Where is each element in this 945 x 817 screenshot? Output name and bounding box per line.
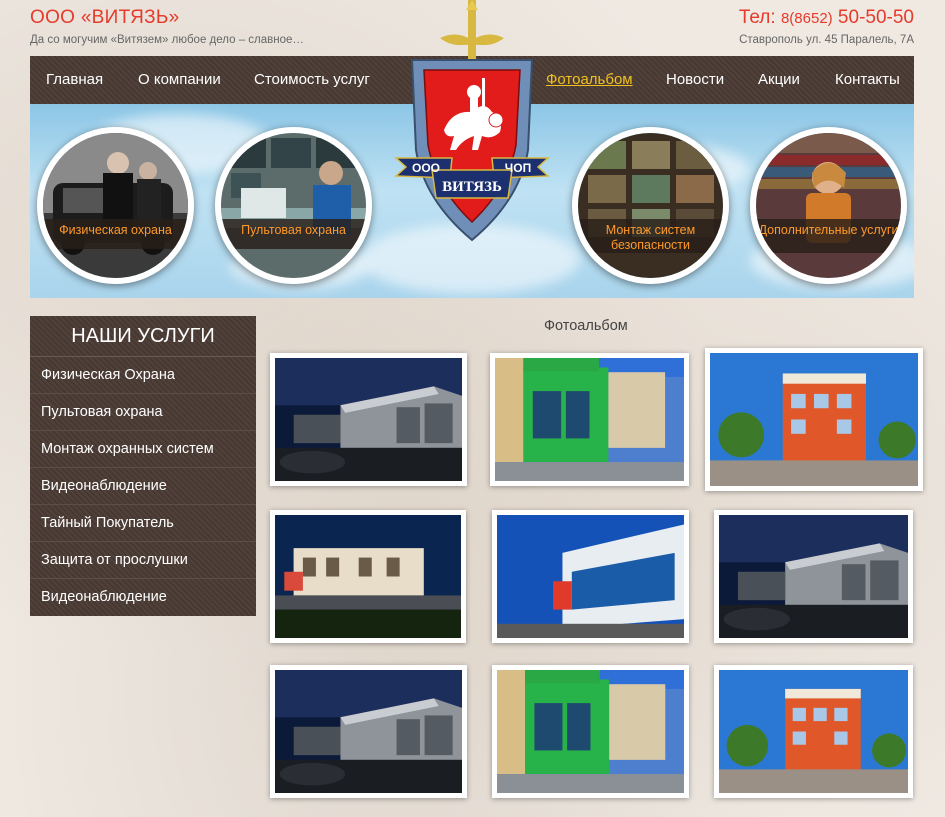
phone-number: 50-50-50: [832, 7, 914, 28]
gallery-photo[interactable]: [705, 348, 923, 491]
gallery-photo[interactable]: [492, 665, 689, 798]
nav-news[interactable]: Новости: [666, 71, 724, 88]
photo-building: [719, 670, 908, 793]
slogan: Да со могучим «Витязем» любое дело – сла…: [30, 34, 304, 46]
cctv-monitors-photo: [578, 133, 723, 278]
address: Ставрополь ул. 45 Паралель, 7А: [739, 34, 914, 46]
photo-shopfront: [497, 670, 684, 793]
sidebar-item-mystery-shopper[interactable]: Тайный Покупатель: [30, 505, 256, 542]
nav-contacts[interactable]: Контакты: [835, 71, 900, 88]
sidebar-item-physical-guard[interactable]: Физическая Охрана: [30, 357, 256, 394]
sidebar-item-security-install[interactable]: Монтаж охранных систем: [30, 431, 256, 468]
photo-building: [710, 353, 918, 486]
logo-left-text: ООО: [412, 161, 440, 175]
logo-name: ВИТЯЗЬ: [442, 179, 502, 195]
services-sidebar: НАШИ УСЛУГИ Физическая Охрана Пультовая …: [30, 316, 256, 616]
logo[interactable]: ООО ЧОП ВИТЯЗЬ: [392, 0, 552, 250]
gallery-photo[interactable]: [270, 353, 467, 486]
gallery-photo[interactable]: [270, 510, 466, 643]
sidebar-item-video-surveillance-2[interactable]: Видеонаблюдение: [30, 579, 256, 616]
photo-warehouse: [275, 358, 462, 481]
service-label: Физическая охрана: [43, 219, 188, 249]
service-additional[interactable]: Дополнительные услуги: [750, 127, 907, 284]
service-physical-guard[interactable]: Физическая охрана: [37, 127, 194, 284]
guards-photo: [43, 133, 188, 278]
service-security-install[interactable]: Монтаж систем безопасности: [572, 127, 729, 284]
gallery-photo[interactable]: [270, 665, 467, 798]
nav-prices[interactable]: Стоимость услуг: [254, 71, 370, 88]
gallery-photo[interactable]: [714, 510, 913, 643]
sidebar-item-anti-bugging[interactable]: Защита от прослушки: [30, 542, 256, 579]
service-remote-monitoring[interactable]: Пультовая охрана: [215, 127, 372, 284]
service-label: Дополнительные услуги: [756, 219, 901, 253]
gallery-photo[interactable]: [492, 510, 689, 643]
nav-home[interactable]: Главная: [46, 71, 103, 88]
sidebar-item-remote-monitoring[interactable]: Пультовая охрана: [30, 394, 256, 431]
photo-warehouse: [719, 515, 908, 638]
photo-blue-building: [497, 515, 684, 638]
phone: Тел: 8(8652) 50-50-50: [739, 7, 914, 29]
service-label: Монтаж систем безопасности: [578, 219, 723, 253]
gallery-photo[interactable]: [490, 353, 689, 486]
gallery-photo[interactable]: [714, 665, 913, 798]
nav-photo-album[interactable]: Фотоальбом: [546, 71, 633, 88]
logo-right-text: ЧОП: [505, 161, 531, 175]
sidebar-item-video-surveillance[interactable]: Видеонаблюдение: [30, 468, 256, 505]
shop-assistant-photo: [756, 133, 901, 278]
nav-about[interactable]: О компании: [138, 71, 221, 88]
photo-office-building: [275, 515, 461, 638]
operator-photo: [221, 133, 366, 278]
gallery-title: Фотоальбом: [544, 318, 628, 334]
photo-warehouse: [275, 670, 462, 793]
company-name[interactable]: ООО «ВИТЯЗЬ»: [30, 7, 180, 29]
service-label: Пультовая охрана: [221, 219, 366, 249]
nav-promotions[interactable]: Акции: [758, 71, 800, 88]
phone-prefix: Тел:: [738, 7, 781, 28]
photo-shopfront: [495, 358, 684, 481]
sidebar-title: НАШИ УСЛУГИ: [30, 316, 256, 357]
phone-code: 8(8652): [780, 10, 833, 27]
